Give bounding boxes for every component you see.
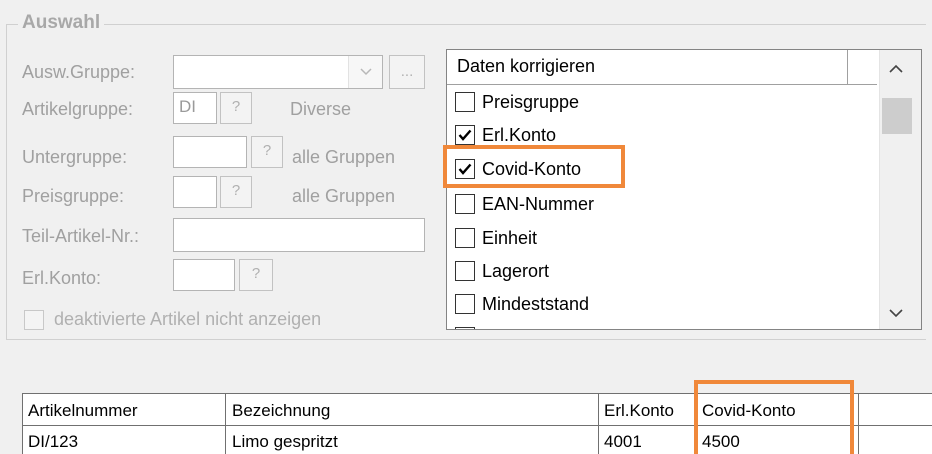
- checkbox-mindeststand[interactable]: [455, 294, 475, 314]
- checklist-item-label: Einheit: [482, 227, 538, 248]
- teil-artikel-nr-input[interactable]: [173, 218, 425, 252]
- checkmark-icon: [458, 163, 472, 175]
- cell-artikelnummer[interactable]: DI/123: [28, 432, 78, 452]
- checklist-item-ean-nummer[interactable]: EAN-Nummer: [455, 189, 594, 219]
- checklist-item-einheit[interactable]: Einheit: [455, 223, 537, 253]
- checklist-item-covid-konto[interactable]: Covid-Konto: [455, 154, 581, 184]
- erl-konto-label: Erl.Konto:: [22, 268, 102, 288]
- erl-konto-lookup-button[interactable]: ?: [239, 259, 273, 291]
- checklist-item-label: EAN-Nummer: [482, 193, 595, 214]
- chevron-up-icon[interactable]: [888, 64, 904, 74]
- hide-deactivated-checkbox-row[interactable]: deaktivierte Artikel nicht anzeigen: [24, 309, 321, 330]
- checklist-item-lagerort[interactable]: Lagerort: [455, 256, 549, 286]
- hide-deactivated-checkbox[interactable]: [24, 309, 44, 330]
- grid-col-divider: [22, 393, 23, 454]
- checklist-scrollbar[interactable]: [879, 50, 921, 329]
- preisgruppe-input[interactable]: [173, 176, 217, 208]
- checklist-header[interactable]: Daten korrigieren: [447, 50, 877, 85]
- checkbox-partial[interactable]: [455, 327, 475, 329]
- untergruppe-label: Untergruppe:: [22, 147, 128, 167]
- ausw-gruppe-label: Ausw.Gruppe:: [22, 62, 136, 82]
- ausw-gruppe-combo[interactable]: [173, 55, 383, 89]
- preisgruppe-label: Preisgruppe:: [22, 186, 125, 206]
- chevron-down-icon: [359, 68, 372, 76]
- checklist-item-label: Erl.Konto: [482, 124, 557, 145]
- checklist-item-mindeststand[interactable]: Mindeststand: [455, 289, 589, 319]
- header-divider: [847, 50, 848, 85]
- grid-col-divider: [225, 393, 226, 454]
- checklist-item-label: Covid-Konto: [482, 158, 582, 179]
- artikelgruppe-lookup-button[interactable]: ?: [220, 92, 252, 124]
- chevron-down-icon[interactable]: [888, 308, 904, 318]
- covid-konto-column-highlight: [694, 380, 854, 454]
- checklist-item-label: Mindeststand: [482, 293, 590, 314]
- data-correction-checklist[interactable]: Daten korrigieren Preisgruppe Erl.Konto …: [446, 49, 922, 330]
- column-header-artikelnummer[interactable]: Artikelnummer: [28, 401, 138, 421]
- artikelgruppe-input[interactable]: DI: [173, 92, 217, 124]
- grid-col-divider: [598, 393, 599, 454]
- ausw-gruppe-dropdown-button[interactable]: [348, 56, 382, 88]
- selection-group-title: Auswahl: [18, 12, 105, 34]
- checklist-item-erl-konto[interactable]: Erl.Konto: [455, 120, 556, 150]
- checklist-item-label: Preisgruppe: [482, 91, 580, 112]
- column-header-bezeichnung[interactable]: Bezeichnung: [232, 401, 330, 421]
- checkbox-einheit[interactable]: [455, 228, 475, 248]
- checkmark-icon: [458, 129, 472, 141]
- untergruppe-description: alle Gruppen: [292, 147, 396, 167]
- column-header-erl-konto[interactable]: Erl.Konto: [604, 401, 674, 421]
- artikelgruppe-description: Diverse: [290, 99, 352, 119]
- cell-bezeichnung[interactable]: Limo gespritzt: [232, 432, 338, 452]
- checkbox-preisgruppe[interactable]: [455, 92, 475, 112]
- artikelgruppe-label: Artikelgruppe:: [22, 99, 134, 119]
- preisgruppe-description: alle Gruppen: [292, 186, 396, 206]
- ausw-gruppe-browse-button[interactable]: ...: [389, 55, 425, 89]
- erl-konto-input[interactable]: [173, 259, 235, 291]
- checkbox-erl-konto[interactable]: [455, 125, 475, 145]
- checklist-item-partial[interactable]: [455, 322, 482, 329]
- scrollbar-thumb[interactable]: [882, 98, 912, 134]
- untergruppe-lookup-button[interactable]: ?: [251, 136, 283, 168]
- grid-col-divider: [858, 393, 859, 454]
- checkbox-lagerort[interactable]: [455, 261, 475, 281]
- cell-erl-konto[interactable]: 4001: [604, 432, 642, 452]
- checkbox-ean-nummer[interactable]: [455, 194, 475, 214]
- checkbox-covid-konto[interactable]: [455, 159, 475, 179]
- checklist-header-label: Daten korrigieren: [457, 56, 596, 76]
- checklist-item-preisgruppe[interactable]: Preisgruppe: [455, 87, 579, 117]
- hide-deactivated-label: deaktivierte Artikel nicht anzeigen: [54, 309, 322, 329]
- teil-artikel-nr-label: Teil-Artikel-Nr.:: [22, 226, 140, 246]
- checklist-item-label: Lagerort: [482, 260, 550, 281]
- preisgruppe-lookup-button[interactable]: ?: [220, 176, 252, 208]
- untergruppe-input[interactable]: [173, 136, 247, 168]
